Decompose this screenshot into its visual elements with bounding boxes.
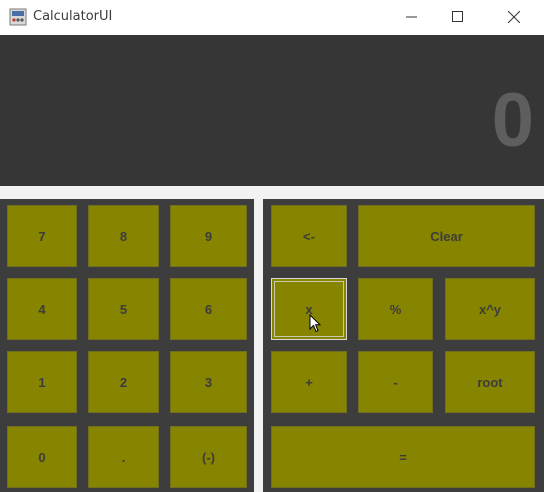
window-title: CalculatorUI bbox=[33, 9, 113, 24]
operator-pad: <- Clear x % x^y + - root = bbox=[263, 199, 544, 492]
key-7[interactable]: 7 bbox=[7, 205, 77, 267]
maximize-icon bbox=[452, 11, 463, 22]
key-1[interactable]: 1 bbox=[7, 351, 77, 413]
key-negate[interactable]: (-) bbox=[170, 426, 247, 488]
clear-button[interactable]: Clear bbox=[358, 205, 535, 267]
key-0[interactable]: 0 bbox=[7, 426, 77, 488]
separator bbox=[0, 186, 544, 199]
key-8[interactable]: 8 bbox=[88, 205, 159, 267]
power-button[interactable]: x^y bbox=[445, 278, 535, 340]
key-4[interactable]: 4 bbox=[7, 278, 77, 340]
key-9[interactable]: 9 bbox=[170, 205, 247, 267]
mouse-cursor-icon bbox=[309, 314, 321, 333]
equals-button[interactable]: = bbox=[271, 426, 535, 488]
number-pad: 7 8 9 4 5 6 1 2 3 0 . (-) bbox=[0, 199, 254, 492]
percent-button[interactable]: % bbox=[358, 278, 433, 340]
title-bar: CalculatorUI bbox=[0, 0, 544, 35]
backspace-button[interactable]: <- bbox=[271, 205, 347, 267]
key-2[interactable]: 2 bbox=[88, 351, 159, 413]
minimize-icon bbox=[406, 16, 417, 18]
key-5[interactable]: 5 bbox=[88, 278, 159, 340]
panel-divider bbox=[254, 199, 263, 492]
display-value: 0 bbox=[491, 78, 534, 163]
key-3[interactable]: 3 bbox=[170, 351, 247, 413]
close-button[interactable] bbox=[491, 0, 537, 35]
maximize-button[interactable] bbox=[435, 0, 481, 35]
subtract-button[interactable]: - bbox=[358, 351, 433, 413]
app-icon bbox=[9, 8, 27, 26]
key-decimal[interactable]: . bbox=[88, 426, 159, 488]
root-button[interactable]: root bbox=[445, 351, 535, 413]
key-6[interactable]: 6 bbox=[170, 278, 247, 340]
minimize-button[interactable] bbox=[389, 0, 435, 35]
close-icon bbox=[508, 11, 520, 23]
calculator-display: 0 bbox=[0, 35, 544, 186]
add-button[interactable]: + bbox=[271, 351, 347, 413]
